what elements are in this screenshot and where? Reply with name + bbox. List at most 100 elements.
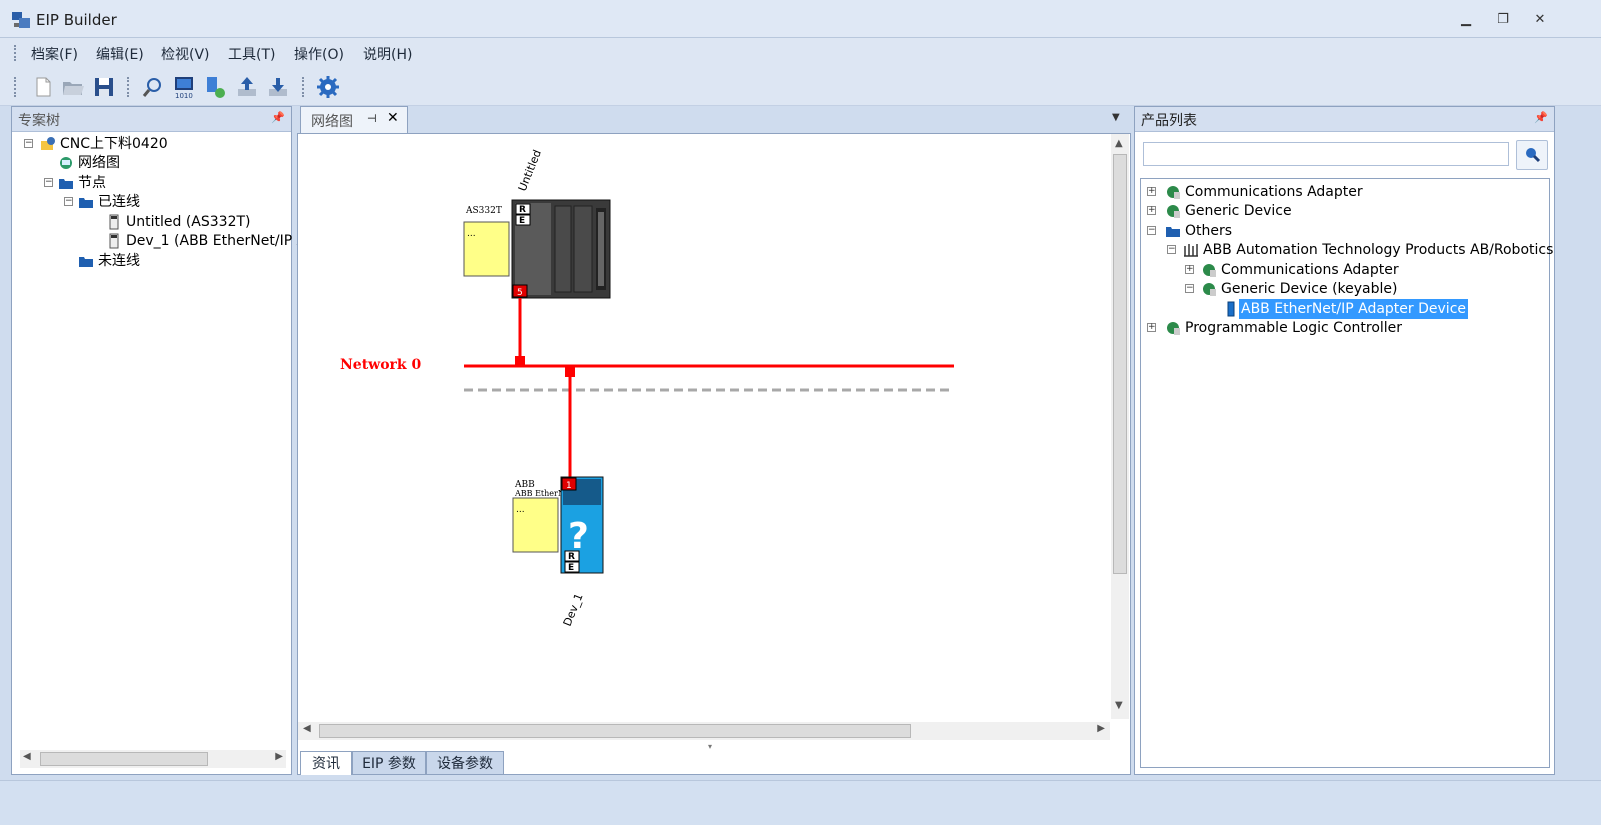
- search-button[interactable]: [1516, 140, 1548, 170]
- canvas-horizontal-scrollbar[interactable]: ◀ ▶: [298, 722, 1110, 740]
- plc-node-number: 5: [517, 288, 523, 298]
- menu-edit[interactable]: 编辑(E): [96, 44, 144, 64]
- collapse-icon[interactable]: −: [44, 178, 53, 187]
- scan-network-icon[interactable]: [140, 74, 166, 100]
- device-dev1-label: Dev_1 (ABB EtherNet/IP A: [126, 233, 307, 249]
- upload-icon[interactable]: [234, 74, 260, 100]
- project-tree-panel: 专案树 📌 − CNC上下料0420 网络图 − 节点 − 已连线 Untitl…: [11, 106, 306, 775]
- tree-root-label: CNC上下料0420: [60, 136, 168, 152]
- scroll-down-icon[interactable]: ▼: [1115, 700, 1123, 711]
- device-category-icon: [1167, 205, 1180, 218]
- vertical-scroll-thumb[interactable]: [1113, 154, 1127, 574]
- plc-caption: Untitled: [516, 148, 544, 193]
- device-category-icon: [1167, 186, 1180, 199]
- product-abb-generic-keyable-label: Generic Device (keyable): [1221, 281, 1398, 297]
- minimize-button[interactable]: ▁: [1452, 10, 1480, 30]
- dev1-r-text: R: [568, 552, 575, 562]
- connected-label: 已连线: [98, 194, 140, 210]
- settings-gear-icon[interactable]: [315, 74, 341, 100]
- title-bar: EIP Builder ▁ ❐ ✕: [0, 0, 1601, 38]
- plc-e-text: E: [519, 216, 525, 226]
- product-comm-adapter-label: Communications Adapter: [1185, 184, 1363, 200]
- menu-view[interactable]: 检视(V): [161, 44, 210, 64]
- tree-horizontal-scrollbar[interactable]: ◀ ▶: [20, 750, 286, 768]
- new-file-icon[interactable]: [30, 74, 56, 100]
- dev1-network-tap[interactable]: [565, 367, 575, 377]
- pin-icon[interactable]: 📌: [1534, 111, 1548, 124]
- product-generic-device-label: Generic Device: [1185, 203, 1292, 219]
- collapse-icon[interactable]: −: [64, 197, 73, 206]
- toolbar-grip: [14, 77, 17, 97]
- product-search-input[interactable]: [1143, 142, 1509, 166]
- scroll-left-icon[interactable]: ◀: [303, 723, 311, 734]
- scroll-up-icon[interactable]: ▲: [1115, 138, 1123, 149]
- tab-network-view[interactable]: 网络图 ⊣ ✕: [300, 106, 408, 133]
- expand-icon[interactable]: +: [1147, 187, 1156, 196]
- product-list-title: 产品列表: [1141, 113, 1197, 129]
- menu-file[interactable]: 档案(F): [31, 44, 78, 64]
- collapse-icon[interactable]: −: [1167, 245, 1176, 254]
- status-bar: [0, 780, 1601, 825]
- network-canvas-panel: Untitled AS332T ... R E 5 Network 0 ABB …: [297, 133, 1131, 775]
- collapse-icon[interactable]: −: [1185, 284, 1194, 293]
- tab-pin-icon[interactable]: ⊣: [367, 112, 377, 125]
- product-abb-vendor-label: ABB Automation Technology Products AB/Ro…: [1203, 242, 1554, 258]
- toolbar-grip-2: [127, 77, 130, 97]
- menu-bar: 档案(F) 编辑(E) 检视(V) 工具(T) 操作(O) 说明(H): [0, 38, 1601, 68]
- svg-text:1010: 1010: [175, 92, 193, 100]
- network-label: Network 0: [340, 357, 422, 373]
- tab-info[interactable]: 资讯: [300, 751, 352, 775]
- toolbar: 1010: [0, 68, 1601, 106]
- plc-model-label: AS332T: [465, 206, 502, 216]
- scroll-right-icon[interactable]: ▶: [275, 751, 283, 762]
- horizontal-scroll-thumb[interactable]: [319, 724, 911, 738]
- dev1-e-text: E: [568, 563, 574, 573]
- close-window-button[interactable]: ✕: [1526, 10, 1554, 30]
- expand-icon[interactable]: +: [1147, 323, 1156, 332]
- product-tree: + Communications Adapter + Generic Devic…: [1140, 178, 1554, 768]
- product-list-header: 产品列表 📌: [1135, 107, 1554, 132]
- product-plc-label: Programmable Logic Controller: [1185, 320, 1403, 336]
- online-devices-icon[interactable]: 1010: [171, 74, 197, 100]
- expand-icon[interactable]: +: [1185, 265, 1194, 274]
- scroll-thumb[interactable]: [40, 752, 208, 766]
- device-category-icon: [1167, 322, 1180, 335]
- splitter-handle-icon[interactable]: ▾: [708, 742, 712, 751]
- tab-network-view-label: 网络图: [311, 114, 353, 130]
- tab-eip-params[interactable]: EIP 参数: [352, 751, 426, 775]
- menu-tools[interactable]: 工具(T): [228, 44, 275, 64]
- dev1-info-ellipsis: ...: [516, 505, 525, 515]
- collapse-icon[interactable]: −: [1147, 226, 1156, 235]
- download-icon[interactable]: [265, 74, 291, 100]
- product-abb-comm-adapter-label: Communications Adapter: [1221, 262, 1399, 278]
- device-module-icon: [109, 214, 119, 230]
- plc-r-text: R: [519, 205, 526, 215]
- folder-open-icon: [79, 257, 93, 267]
- collapse-icon[interactable]: −: [24, 139, 33, 148]
- maximize-button[interactable]: ❐: [1489, 10, 1517, 30]
- device-category-icon: [1203, 283, 1216, 296]
- scroll-left-icon[interactable]: ◀: [23, 751, 31, 762]
- network-canvas[interactable]: Untitled AS332T ... R E 5 Network 0 ABB …: [298, 134, 1110, 722]
- menu-operation[interactable]: 操作(O): [294, 44, 344, 64]
- folder-open-icon: [59, 179, 73, 189]
- tab-dropdown-icon[interactable]: ▼: [1112, 112, 1120, 123]
- open-folder-icon[interactable]: [60, 74, 86, 100]
- verify-icon[interactable]: [202, 74, 228, 100]
- menu-help[interactable]: 说明(H): [363, 44, 412, 64]
- unconnected-label: 未连线: [98, 253, 140, 269]
- product-others-label: Others: [1185, 223, 1233, 239]
- project-gear-icon: [41, 137, 55, 150]
- scroll-right-icon[interactable]: ▶: [1097, 723, 1105, 734]
- plc-info-ellipsis: ...: [467, 229, 476, 239]
- canvas-vertical-scrollbar[interactable]: ▲ ▼: [1111, 134, 1129, 719]
- nodes-label: 节点: [78, 175, 106, 191]
- device-module-icon: [109, 233, 119, 249]
- expand-icon[interactable]: +: [1147, 206, 1156, 215]
- save-icon[interactable]: [91, 74, 117, 100]
- tab-device-params[interactable]: 设备参数: [426, 751, 504, 775]
- window-title: EIP Builder: [36, 11, 117, 29]
- network-view-icon: [60, 157, 72, 169]
- menubar-grip: [14, 45, 17, 61]
- tab-close-icon[interactable]: ✕: [387, 110, 399, 126]
